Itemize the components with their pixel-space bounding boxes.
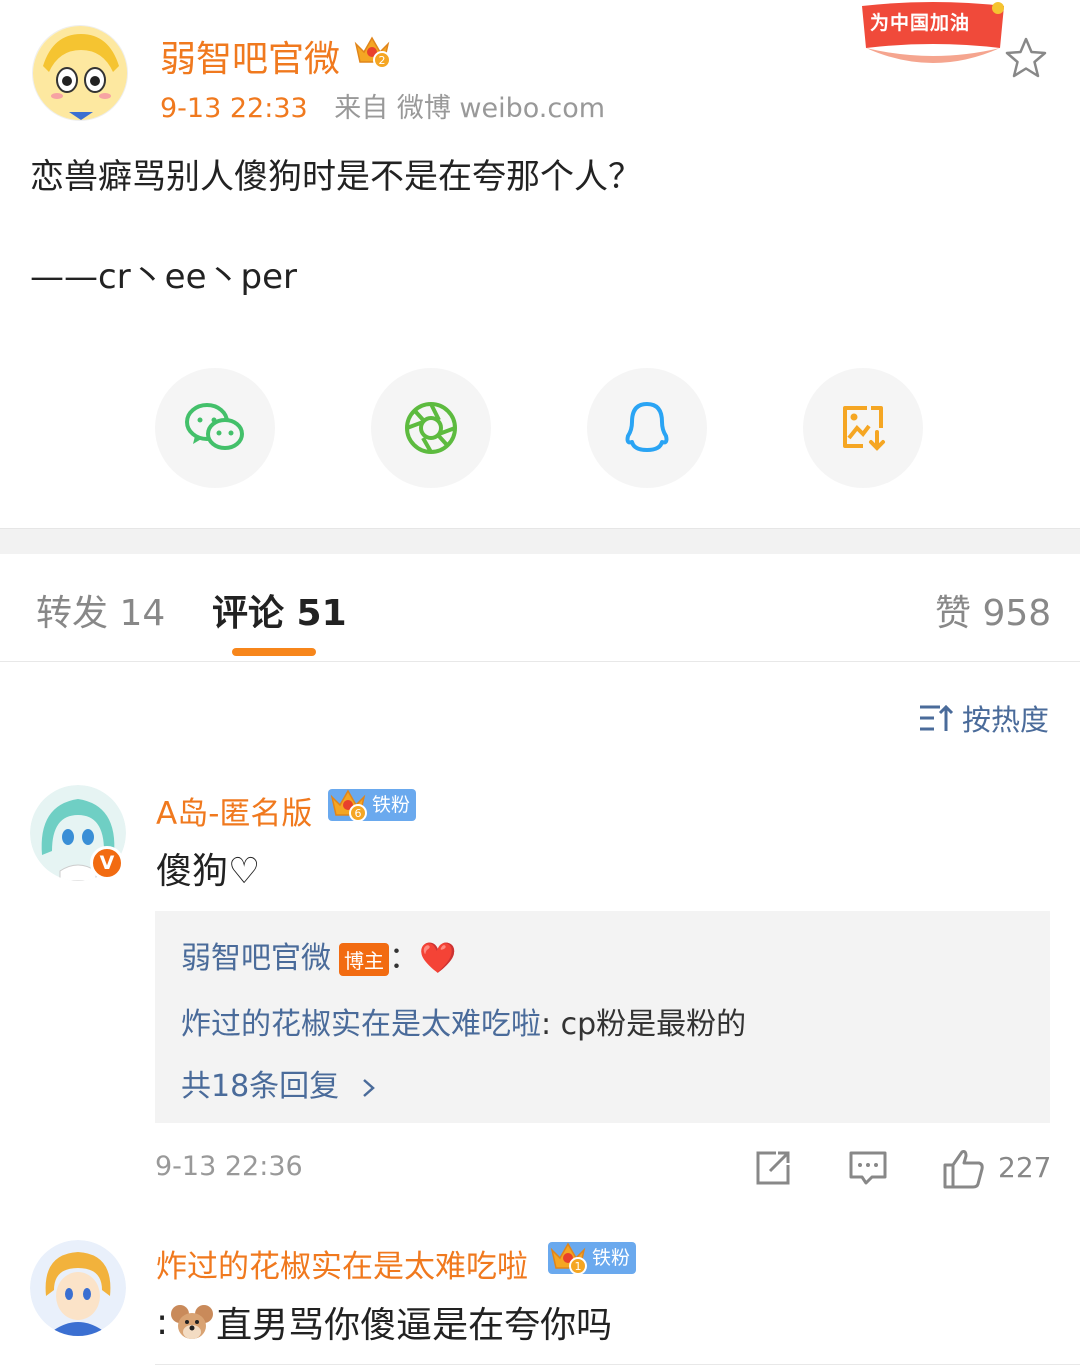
post-author-name[interactable]: 弱智吧官微: [160, 30, 340, 82]
like-thumb-icon[interactable]: [942, 1149, 984, 1189]
comment-time: 9-13 22:36: [155, 1151, 303, 1182]
comment-text-body: 直男骂你傻逼是在夸你吗: [216, 1305, 613, 1346]
sort-by-hot-button[interactable]: 按热度: [918, 698, 1049, 738]
tab-comments[interactable]: 评论 51: [212, 584, 347, 636]
svg-text:1: 1: [575, 1260, 582, 1273]
post-source: 来自 微博 weibo.com: [334, 93, 606, 124]
blogger-tag: 博主: [339, 943, 389, 976]
sort-label: 按热度: [962, 703, 1050, 737]
reply-colon: ：: [389, 941, 419, 976]
fan-badge-label: 铁粉: [592, 1247, 631, 1269]
reply-text: ❤️: [419, 941, 457, 976]
verified-v-badge: V: [90, 846, 124, 880]
comment-text: : 直男骂你傻逼是在夸你吗: [156, 1296, 612, 1348]
comment-footer: 9-13 22:36 227: [0, 1145, 1080, 1193]
moments-icon: [405, 402, 457, 454]
reply-author-name[interactable]: 弱智吧官微: [181, 941, 331, 976]
reply-line: 炸过的花椒实在是太难吃啦: cp粉是最粉的: [181, 999, 746, 1043]
post-signature: ——cr丶ee丶per: [30, 257, 297, 297]
reply-line: 弱智吧官微 博主 ：❤️: [181, 933, 456, 977]
tab-likes[interactable]: 赞 958: [935, 584, 1051, 636]
repost-comment-icon[interactable]: [754, 1149, 792, 1187]
iron-fan-badge: 1 铁粉: [548, 1242, 637, 1275]
tab-repost[interactable]: 转发 14: [36, 584, 165, 636]
post-text: 恋兽癖骂别人傻狗时是不是在夸那个人？: [30, 157, 642, 197]
active-tab-indicator: [232, 648, 316, 656]
iron-fan-badge: 6 铁粉: [328, 789, 417, 822]
like-count: 227: [998, 1151, 1052, 1184]
reply-text: : cp粉是最粉的: [541, 1007, 747, 1042]
campaign-badge-text: 为中国加油: [870, 12, 971, 34]
post-tabs: 转发 14 评论 51 赞 958: [0, 554, 1080, 662]
wechat-icon: [185, 403, 244, 450]
sort-icon: [920, 704, 954, 731]
fan-badge-label: 铁粉: [372, 794, 411, 816]
section-divider: [0, 528, 1080, 554]
post-meta: 9-13 22:33 来自 微博 weibo.com: [160, 86, 605, 125]
svg-text:6: 6: [355, 807, 362, 820]
share-wechat-button[interactable]: [155, 368, 275, 488]
post-header: 弱智吧官微 2 9-13 22:33 来自 微博 weibo.com 为中国加油: [0, 0, 1080, 140]
post-body: 恋兽癖骂别人傻狗时是不是在夸那个人？ ——cr丶ee丶per: [30, 152, 1050, 302]
reply-author-name[interactable]: 炸过的花椒实在是太难吃啦: [181, 1007, 541, 1042]
favorite-star-icon[interactable]: [1004, 36, 1048, 80]
fan-crown-icon: 6: [330, 789, 367, 822]
save-image-button[interactable]: [803, 368, 923, 488]
share-row: [0, 368, 1080, 488]
comment-text-prefix: :: [156, 1301, 169, 1343]
share-qq-button[interactable]: [587, 368, 707, 488]
comment-avatar[interactable]: [30, 1240, 126, 1336]
save-image-icon: [843, 406, 885, 451]
jerry-mouse-emoji-icon: [171, 1305, 214, 1339]
post-author-avatar[interactable]: [32, 25, 128, 121]
reply-count: 共18条回复: [181, 1069, 340, 1104]
share-moments-button[interactable]: [371, 368, 491, 488]
view-all-replies-link[interactable]: 共18条回复: [181, 1061, 379, 1105]
crown-badge-icon: 2: [352, 32, 392, 74]
fan-crown-icon: 1: [550, 1242, 587, 1275]
reply-comment-icon[interactable]: [848, 1149, 888, 1187]
reply-preview-box[interactable]: 弱智吧官微 博主 ：❤️ 炸过的花椒实在是太难吃啦: cp粉是最粉的 共18条回复: [155, 911, 1050, 1123]
comment-author-name[interactable]: A岛-匿名版: [156, 788, 312, 833]
comment-author-name[interactable]: 炸过的花椒实在是太难吃啦: [156, 1241, 528, 1286]
comment-text: 傻狗♡: [156, 851, 261, 892]
chevron-right-icon: [362, 1078, 375, 1097]
post-time: 9-13 22:33: [160, 93, 308, 124]
qq-icon: [625, 402, 669, 452]
svg-text:2: 2: [379, 54, 386, 67]
